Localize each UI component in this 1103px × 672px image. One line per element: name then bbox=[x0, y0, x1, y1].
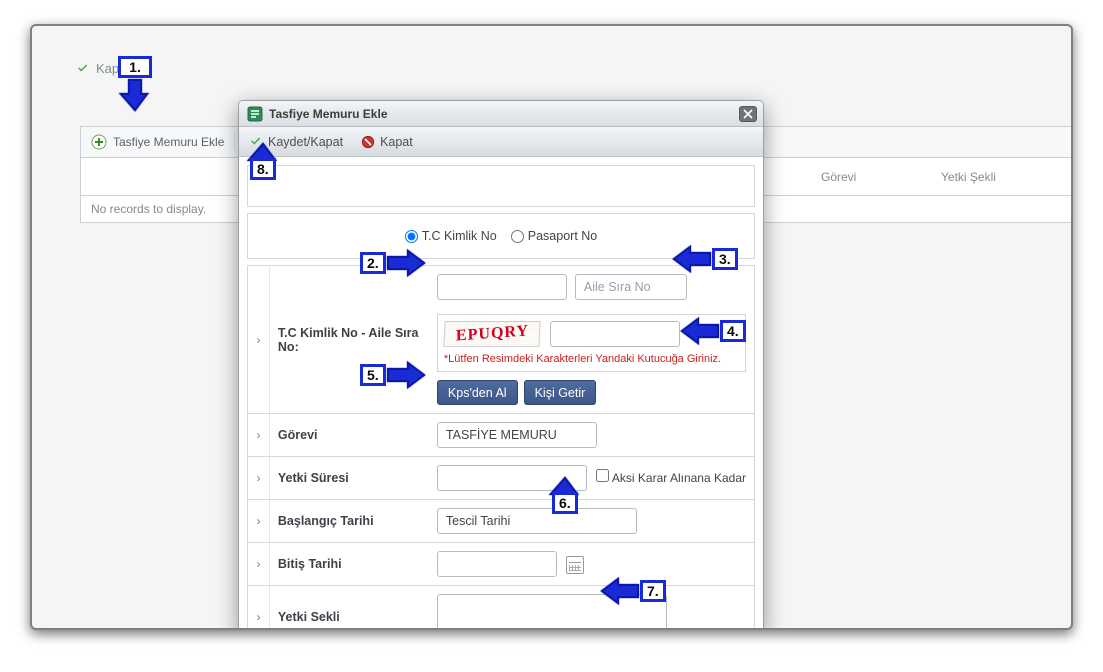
label-tc-aile: T.C Kimlik No - Aile Sıra No: bbox=[269, 266, 429, 414]
col-gorevi[interactable]: Görevi bbox=[821, 170, 941, 184]
label-baslangic: Başlangıç Tarihi bbox=[269, 500, 429, 543]
aile-input[interactable] bbox=[575, 274, 687, 300]
bitis-input[interactable] bbox=[437, 551, 557, 577]
radio-passport-input[interactable] bbox=[511, 230, 524, 243]
radio-tc-input[interactable] bbox=[405, 230, 418, 243]
label-yetki-sekli: Yetki Sekli bbox=[269, 586, 429, 631]
row-yetki-sekli: › Yetki Sekli bbox=[248, 586, 755, 631]
modal-body[interactable]: T.C Kimlik No Pasaport No › T.C Kimlik N… bbox=[239, 157, 763, 630]
row-gorev: › Görevi bbox=[248, 414, 755, 457]
radio-tc-label: T.C Kimlik No bbox=[422, 229, 497, 243]
id-type-radio-group: T.C Kimlik No Pasaport No bbox=[247, 213, 755, 259]
tc-input[interactable] bbox=[437, 274, 567, 300]
toolbar-close-button[interactable]: Kapat bbox=[361, 135, 413, 149]
baslangic-input[interactable] bbox=[437, 508, 637, 534]
save-close-button[interactable]: Kaydet/Kapat bbox=[249, 135, 343, 149]
modal-toolbar: Kaydet/Kapat Kapat bbox=[239, 127, 763, 157]
captcha-image: EPUQRY bbox=[443, 321, 540, 347]
aksi-checkbox-wrap[interactable]: Aksi Karar Alınana Kadar bbox=[596, 471, 746, 485]
row-tc-aile: › T.C Kimlik No - Aile Sıra No: EPUQRY bbox=[248, 266, 755, 414]
yetki-sure-input[interactable] bbox=[437, 465, 587, 491]
aksi-checkbox[interactable] bbox=[596, 469, 609, 482]
toolbar-close-label: Kapat bbox=[380, 135, 413, 149]
close-icon bbox=[743, 109, 753, 119]
captcha-input[interactable] bbox=[550, 321, 680, 347]
captcha-note: *Lütfen Resimdeki Karakterleri Yandaki K… bbox=[444, 353, 739, 365]
label-gorev: Görevi bbox=[269, 414, 429, 457]
expand-toggle[interactable]: › bbox=[248, 414, 270, 457]
modal-titlebar: Tasfiye Memuru Ekle bbox=[239, 101, 763, 127]
calendar-icon[interactable] bbox=[566, 556, 584, 574]
aksi-label: Aksi Karar Alınana Kadar bbox=[612, 471, 746, 485]
page-close-link[interactable]: Kapat bbox=[76, 61, 130, 76]
label-bitis: Bitiş Tarihi bbox=[269, 543, 429, 586]
expand-toggle[interactable]: › bbox=[248, 266, 270, 414]
expand-toggle[interactable]: › bbox=[248, 543, 270, 586]
check-icon bbox=[76, 62, 90, 76]
row-yetki-sure: › Yetki Süresi Aksi Karar Alınana Kadar bbox=[248, 457, 755, 500]
radio-tc[interactable]: T.C Kimlik No bbox=[405, 229, 497, 243]
radio-passport[interactable]: Pasaport No bbox=[511, 229, 597, 243]
check-icon bbox=[249, 135, 263, 149]
expand-toggle[interactable]: › bbox=[248, 457, 270, 500]
modal-add-officer: Tasfiye Memuru Ekle Kaydet/Kapat Kapat bbox=[238, 100, 764, 630]
col-yetkisekli[interactable]: Yetki Şekli bbox=[941, 170, 1061, 184]
person-fetch-button[interactable]: Kişi Getir bbox=[524, 380, 597, 405]
label-yetki-sure: Yetki Süresi bbox=[269, 457, 429, 500]
page-close-label: Kapat bbox=[96, 61, 130, 76]
app-frame: Kapat Tasfiye Memuru Ekle Ad Soyad Görev… bbox=[30, 24, 1073, 630]
gorev-input[interactable] bbox=[437, 422, 597, 448]
plus-icon bbox=[91, 134, 107, 150]
deny-icon bbox=[361, 135, 375, 149]
yetki-sekli-input[interactable] bbox=[437, 594, 667, 630]
form-icon bbox=[247, 106, 263, 122]
add-officer-label: Tasfiye Memuru Ekle bbox=[113, 135, 224, 149]
add-officer-button[interactable]: Tasfiye Memuru Ekle bbox=[81, 134, 235, 150]
captcha-text: EPUQRY bbox=[455, 322, 528, 345]
radio-passport-label: Pasaport No bbox=[528, 229, 597, 243]
form-table: › T.C Kimlik No - Aile Sıra No: EPUQRY bbox=[247, 265, 755, 630]
modal-title: Tasfiye Memuru Ekle bbox=[269, 107, 388, 121]
expand-toggle[interactable]: › bbox=[248, 586, 270, 631]
form-spacer bbox=[247, 165, 755, 207]
modal-close-button[interactable] bbox=[739, 106, 757, 122]
kps-fetch-button[interactable]: Kps'den Al bbox=[437, 380, 518, 405]
save-close-label: Kaydet/Kapat bbox=[268, 135, 343, 149]
row-baslangic: › Başlangıç Tarihi bbox=[248, 500, 755, 543]
row-bitis: › Bitiş Tarihi bbox=[248, 543, 755, 586]
expand-toggle[interactable]: › bbox=[248, 500, 270, 543]
